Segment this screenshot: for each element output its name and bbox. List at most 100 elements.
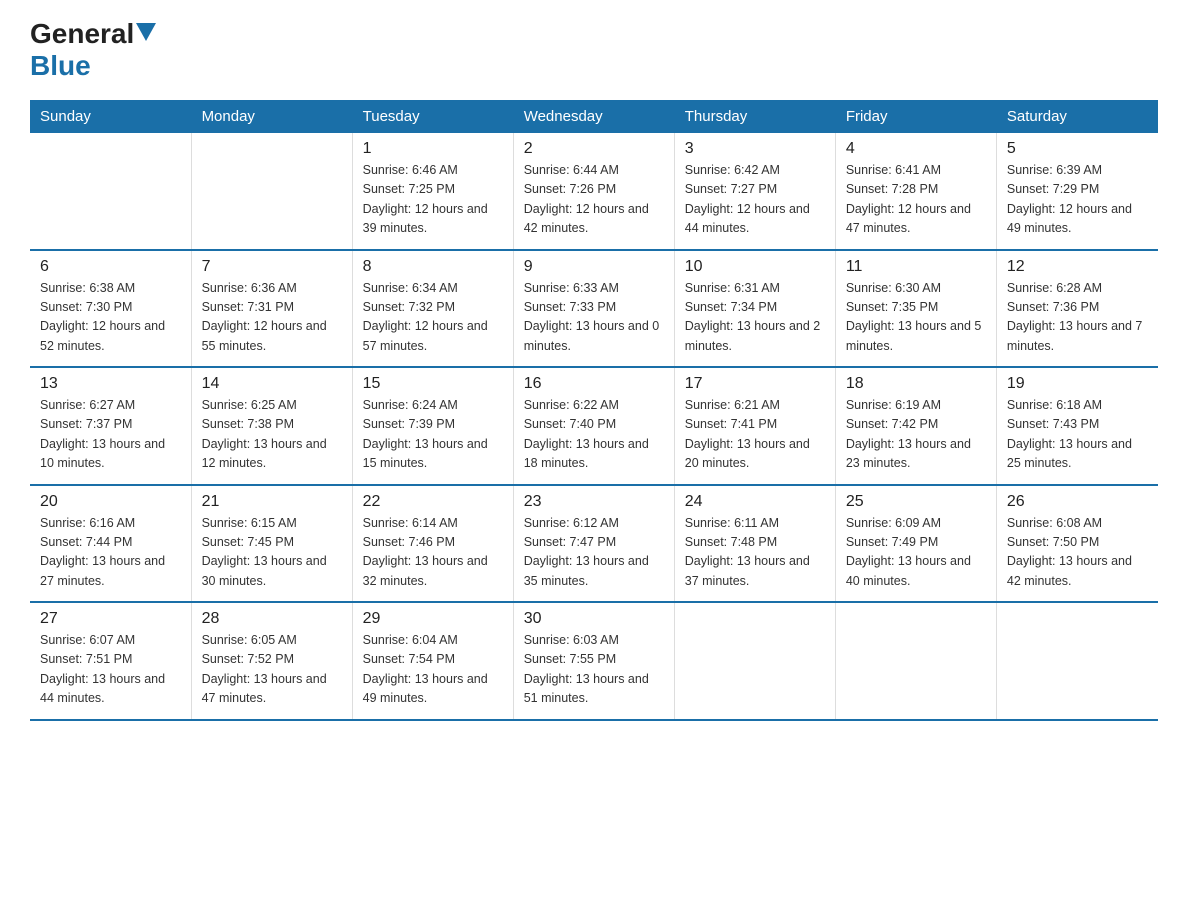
day-of-week-header: Monday	[191, 100, 352, 133]
calendar-cell: 21Sunrise: 6:15 AM Sunset: 7:45 PM Dayli…	[191, 485, 352, 603]
calendar-cell	[674, 602, 835, 720]
day-detail: Sunrise: 6:34 AM Sunset: 7:32 PM Dayligh…	[363, 279, 503, 357]
day-detail: Sunrise: 6:16 AM Sunset: 7:44 PM Dayligh…	[40, 514, 181, 592]
day-number: 17	[685, 375, 825, 393]
calendar-cell: 7 Sunrise: 6:36 AM Sunset: 7:31 PM Daylig…	[191, 250, 352, 368]
day-detail: Sunrise: 6:18 AM Sunset: 7:43 PM Dayligh…	[1007, 396, 1148, 474]
calendar-cell: 3 Sunrise: 6:42 AM Sunset: 7:27 PM Daylig…	[674, 133, 835, 250]
calendar-week-row: 20 Sunrise: 6:16 AM Sunset: 7:44 PM Dayli…	[30, 485, 1158, 603]
calendar-cell: 29 Sunrise: 6:04 AM Sunset: 7:54 PM Dayli…	[352, 602, 513, 720]
calendar-cell: 12 Sunrise: 6:28 AM Sunset: 7:36 PM Dayli…	[996, 250, 1157, 368]
calendar-cell: 9 Sunrise: 6:33 AM Sunset: 7:33 PM Daylig…	[513, 250, 674, 368]
day-number: 1	[363, 140, 503, 158]
calendar-week-row: 13Sunrise: 6:27 AM Sunset: 7:37 PM Dayli…	[30, 367, 1158, 485]
day-number: 18	[846, 375, 986, 393]
day-detail: Sunrise: 6:21 AM Sunset: 7:41 PM Dayligh…	[685, 396, 825, 474]
calendar-cell: 20 Sunrise: 6:16 AM Sunset: 7:44 PM Dayli…	[30, 485, 191, 603]
calendar-cell: 30Sunrise: 6:03 AM Sunset: 7:55 PM Dayli…	[513, 602, 674, 720]
day-number: 14	[202, 375, 342, 393]
logo-triangle-icon	[136, 23, 156, 41]
day-detail: Sunrise: 6:07 AM Sunset: 7:51 PM Dayligh…	[40, 631, 181, 709]
day-detail: Sunrise: 6:38 AM Sunset: 7:30 PM Dayligh…	[40, 279, 181, 357]
day-number: 9	[524, 258, 664, 276]
day-number: 6	[40, 258, 181, 276]
calendar-cell: 15 Sunrise: 6:24 AM Sunset: 7:39 PM Dayli…	[352, 367, 513, 485]
calendar-cell: 6 Sunrise: 6:38 AM Sunset: 7:30 PM Daylig…	[30, 250, 191, 368]
day-detail: Sunrise: 6:42 AM Sunset: 7:27 PM Dayligh…	[685, 161, 825, 239]
calendar-cell: 14 Sunrise: 6:25 AM Sunset: 7:38 PM Dayli…	[191, 367, 352, 485]
day-number: 19	[1007, 375, 1148, 393]
day-detail: Sunrise: 6:25 AM Sunset: 7:38 PM Dayligh…	[202, 396, 342, 474]
day-detail: Sunrise: 6:08 AM Sunset: 7:50 PM Dayligh…	[1007, 514, 1148, 592]
day-number: 28	[202, 610, 342, 628]
calendar-cell	[30, 133, 191, 250]
day-of-week-header: Sunday	[30, 100, 191, 133]
calendar-cell: 19 Sunrise: 6:18 AM Sunset: 7:43 PM Dayli…	[996, 367, 1157, 485]
day-detail: Sunrise: 6:28 AM Sunset: 7:36 PM Dayligh…	[1007, 279, 1148, 357]
page-header: General Blue	[30, 20, 1158, 82]
calendar-cell: 22Sunrise: 6:14 AM Sunset: 7:46 PM Dayli…	[352, 485, 513, 603]
day-detail: Sunrise: 6:44 AM Sunset: 7:26 PM Dayligh…	[524, 161, 664, 239]
calendar-cell: 13Sunrise: 6:27 AM Sunset: 7:37 PM Dayli…	[30, 367, 191, 485]
day-detail: Sunrise: 6:41 AM Sunset: 7:28 PM Dayligh…	[846, 161, 986, 239]
calendar-cell: 2 Sunrise: 6:44 AM Sunset: 7:26 PM Daylig…	[513, 133, 674, 250]
day-of-week-header: Thursday	[674, 100, 835, 133]
day-number: 27	[40, 610, 181, 628]
calendar-week-row: 27 Sunrise: 6:07 AM Sunset: 7:51 PM Dayli…	[30, 602, 1158, 720]
calendar-cell: 8 Sunrise: 6:34 AM Sunset: 7:32 PM Daylig…	[352, 250, 513, 368]
day-of-week-header: Wednesday	[513, 100, 674, 133]
day-number: 12	[1007, 258, 1148, 276]
day-number: 8	[363, 258, 503, 276]
calendar-table: SundayMondayTuesdayWednesdayThursdayFrid…	[30, 100, 1158, 721]
day-detail: Sunrise: 6:09 AM Sunset: 7:49 PM Dayligh…	[846, 514, 986, 592]
calendar-cell: 23 Sunrise: 6:12 AM Sunset: 7:47 PM Dayli…	[513, 485, 674, 603]
day-detail: Sunrise: 6:14 AM Sunset: 7:46 PM Dayligh…	[363, 514, 503, 592]
day-number: 29	[363, 610, 503, 628]
logo-general-text: General	[30, 20, 134, 48]
day-number: 20	[40, 493, 181, 511]
calendar-cell: 5Sunrise: 6:39 AM Sunset: 7:29 PM Daylig…	[996, 133, 1157, 250]
day-detail: Sunrise: 6:03 AM Sunset: 7:55 PM Dayligh…	[524, 631, 664, 709]
calendar-cell: 18Sunrise: 6:19 AM Sunset: 7:42 PM Dayli…	[835, 367, 996, 485]
day-number: 25	[846, 493, 986, 511]
calendar-cell: 26 Sunrise: 6:08 AM Sunset: 7:50 PM Dayli…	[996, 485, 1157, 603]
day-detail: Sunrise: 6:24 AM Sunset: 7:39 PM Dayligh…	[363, 396, 503, 474]
calendar-cell: 16Sunrise: 6:22 AM Sunset: 7:40 PM Dayli…	[513, 367, 674, 485]
calendar-cell: 10 Sunrise: 6:31 AM Sunset: 7:34 PM Dayli…	[674, 250, 835, 368]
calendar-cell: 27 Sunrise: 6:07 AM Sunset: 7:51 PM Dayli…	[30, 602, 191, 720]
day-detail: Sunrise: 6:15 AM Sunset: 7:45 PM Dayligh…	[202, 514, 342, 592]
day-detail: Sunrise: 6:33 AM Sunset: 7:33 PM Dayligh…	[524, 279, 664, 357]
day-number: 16	[524, 375, 664, 393]
day-of-week-header: Saturday	[996, 100, 1157, 133]
day-detail: Sunrise: 6:46 AM Sunset: 7:25 PM Dayligh…	[363, 161, 503, 239]
day-number: 10	[685, 258, 825, 276]
day-detail: Sunrise: 6:11 AM Sunset: 7:48 PM Dayligh…	[685, 514, 825, 592]
calendar-cell	[835, 602, 996, 720]
calendar-cell: 17 Sunrise: 6:21 AM Sunset: 7:41 PM Dayli…	[674, 367, 835, 485]
day-detail: Sunrise: 6:31 AM Sunset: 7:34 PM Dayligh…	[685, 279, 825, 357]
day-number: 23	[524, 493, 664, 511]
day-number: 4	[846, 140, 986, 158]
day-detail: Sunrise: 6:30 AM Sunset: 7:35 PM Dayligh…	[846, 279, 986, 357]
calendar-header-row: SundayMondayTuesdayWednesdayThursdayFrid…	[30, 100, 1158, 133]
day-number: 15	[363, 375, 503, 393]
day-detail: Sunrise: 6:05 AM Sunset: 7:52 PM Dayligh…	[202, 631, 342, 709]
day-number: 26	[1007, 493, 1148, 511]
day-number: 3	[685, 140, 825, 158]
calendar-cell: 25 Sunrise: 6:09 AM Sunset: 7:49 PM Dayli…	[835, 485, 996, 603]
logo[interactable]: General Blue	[30, 20, 156, 82]
day-detail: Sunrise: 6:04 AM Sunset: 7:54 PM Dayligh…	[363, 631, 503, 709]
day-number: 7	[202, 258, 342, 276]
calendar-cell: 24 Sunrise: 6:11 AM Sunset: 7:48 PM Dayli…	[674, 485, 835, 603]
day-of-week-header: Friday	[835, 100, 996, 133]
day-number: 24	[685, 493, 825, 511]
day-detail: Sunrise: 6:12 AM Sunset: 7:47 PM Dayligh…	[524, 514, 664, 592]
day-number: 2	[524, 140, 664, 158]
day-detail: Sunrise: 6:36 AM Sunset: 7:31 PM Dayligh…	[202, 279, 342, 357]
day-of-week-header: Tuesday	[352, 100, 513, 133]
calendar-cell: 4 Sunrise: 6:41 AM Sunset: 7:28 PM Daylig…	[835, 133, 996, 250]
calendar-cell	[191, 133, 352, 250]
logo-blue-text: Blue	[30, 50, 91, 82]
calendar-cell: 28 Sunrise: 6:05 AM Sunset: 7:52 PM Dayli…	[191, 602, 352, 720]
day-detail: Sunrise: 6:27 AM Sunset: 7:37 PM Dayligh…	[40, 396, 181, 474]
